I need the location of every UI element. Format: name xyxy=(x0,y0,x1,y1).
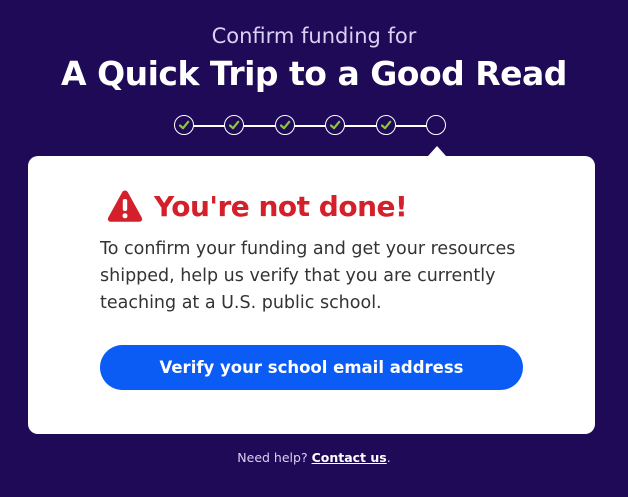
contact-us-link[interactable]: Contact us xyxy=(312,450,387,465)
checkmark-icon xyxy=(330,120,341,130)
verify-email-button[interactable]: Verify your school email address xyxy=(100,345,523,390)
card-pointer xyxy=(428,146,446,156)
progress-stepper xyxy=(174,115,448,137)
stepper-track xyxy=(184,125,436,127)
step-4-complete xyxy=(325,115,346,135)
help-footer: Need help? Contact us. xyxy=(0,450,628,465)
alert-heading: You're not done! xyxy=(154,189,408,223)
step-3-complete xyxy=(274,115,295,135)
checkmark-icon xyxy=(279,120,291,130)
step-5-complete xyxy=(375,115,396,135)
step-6-current xyxy=(426,115,446,135)
help-prefix: Need help? xyxy=(237,450,308,465)
alert-heading-row: You're not done! xyxy=(106,186,408,226)
verification-card: You're not done! To confirm your funding… xyxy=(28,156,595,434)
checkmark-icon xyxy=(178,120,190,130)
page-subtitle: Confirm funding for xyxy=(211,24,417,48)
step-1-complete xyxy=(174,115,194,135)
step-2-complete xyxy=(224,115,245,135)
checkmark-icon xyxy=(380,120,391,130)
page-title: A Quick Trip to a Good Read xyxy=(61,54,567,93)
warning-triangle-icon xyxy=(107,190,143,222)
alert-message: To confirm your funding and get your res… xyxy=(100,239,516,313)
checkmark-icon xyxy=(229,120,240,130)
help-suffix: . xyxy=(386,450,391,465)
